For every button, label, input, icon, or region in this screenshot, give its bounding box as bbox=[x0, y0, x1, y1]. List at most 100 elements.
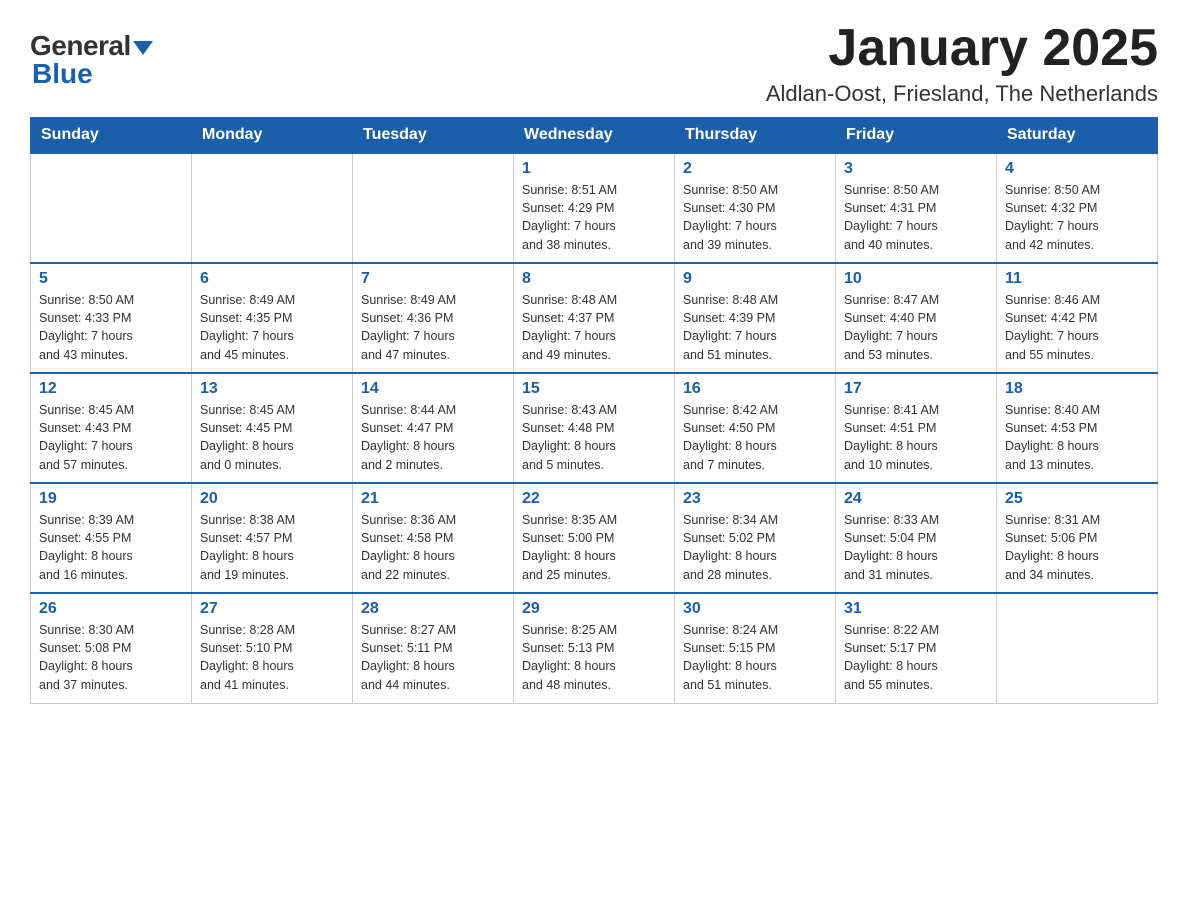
logo-triangle-icon bbox=[133, 41, 153, 55]
day-info: Sunrise: 8:50 AMSunset: 4:30 PMDaylight:… bbox=[683, 181, 827, 254]
day-number: 13 bbox=[200, 380, 344, 398]
calendar-cell: 11Sunrise: 8:46 AMSunset: 4:42 PMDayligh… bbox=[997, 263, 1158, 373]
day-number: 3 bbox=[844, 160, 988, 178]
day-number: 29 bbox=[522, 600, 666, 618]
calendar-cell: 30 Sunrise: 8:24 AMSunset: 5:15 PMDayligh… bbox=[675, 593, 836, 703]
day-number: 18 bbox=[1005, 380, 1149, 398]
day-header-friday: Friday bbox=[836, 118, 997, 154]
calendar-week-1: 1 Sunrise: 8:51 AMSunset: 4:29 PMDaylight… bbox=[31, 153, 1158, 263]
day-info: Sunrise: 8:45 AMSunset: 4:45 PMDaylight:… bbox=[200, 401, 344, 474]
calendar-cell: 29 Sunrise: 8:25 AMSunset: 5:13 PMDayligh… bbox=[514, 593, 675, 703]
calendar-cell: 18 Sunrise: 8:40 AMSunset: 4:53 PMDayligh… bbox=[997, 373, 1158, 483]
calendar-cell bbox=[997, 593, 1158, 703]
day-number: 19 bbox=[39, 490, 183, 508]
day-info: Sunrise: 8:43 AMSunset: 4:48 PMDaylight:… bbox=[522, 401, 666, 474]
calendar-cell: 3Sunrise: 8:50 AMSunset: 4:31 PMDaylight… bbox=[836, 153, 997, 263]
calendar-cell: 16Sunrise: 8:42 AMSunset: 4:50 PMDayligh… bbox=[675, 373, 836, 483]
calendar-cell: 2 Sunrise: 8:50 AMSunset: 4:30 PMDaylight… bbox=[675, 153, 836, 263]
day-number: 27 bbox=[200, 600, 344, 618]
day-info: Sunrise: 8:28 AMSunset: 5:10 PMDaylight:… bbox=[200, 621, 344, 694]
day-number: 10 bbox=[844, 270, 988, 288]
title-section: January 2025 Aldlan-Oost, Friesland, The… bbox=[766, 20, 1158, 107]
day-number: 5 bbox=[39, 270, 183, 288]
day-number: 11 bbox=[1005, 270, 1149, 288]
day-info: Sunrise: 8:39 AMSunset: 4:55 PMDaylight:… bbox=[39, 511, 183, 584]
calendar-cell: 5 Sunrise: 8:50 AMSunset: 4:33 PMDaylight… bbox=[31, 263, 192, 373]
day-header-monday: Monday bbox=[192, 118, 353, 154]
day-info: Sunrise: 8:47 AMSunset: 4:40 PMDaylight:… bbox=[844, 291, 988, 364]
calendar-cell: 17Sunrise: 8:41 AMSunset: 4:51 PMDayligh… bbox=[836, 373, 997, 483]
day-number: 21 bbox=[361, 490, 505, 508]
calendar-cell: 22 Sunrise: 8:35 AMSunset: 5:00 PMDayligh… bbox=[514, 483, 675, 593]
calendar-cell: 21 Sunrise: 8:36 AMSunset: 4:58 PMDayligh… bbox=[353, 483, 514, 593]
days-row: SundayMondayTuesdayWednesdayThursdayFrid… bbox=[31, 118, 1158, 154]
day-header-sunday: Sunday bbox=[31, 118, 192, 154]
calendar-cell: 26 Sunrise: 8:30 AMSunset: 5:08 PMDayligh… bbox=[31, 593, 192, 703]
day-header-wednesday: Wednesday bbox=[514, 118, 675, 154]
calendar-cell: 20Sunrise: 8:38 AMSunset: 4:57 PMDayligh… bbox=[192, 483, 353, 593]
day-info: Sunrise: 8:41 AMSunset: 4:51 PMDaylight:… bbox=[844, 401, 988, 474]
day-info: Sunrise: 8:48 AMSunset: 4:39 PMDaylight:… bbox=[683, 291, 827, 364]
day-number: 24 bbox=[844, 490, 988, 508]
calendar-cell: 25Sunrise: 8:31 AMSunset: 5:06 PMDayligh… bbox=[997, 483, 1158, 593]
day-number: 2 bbox=[683, 160, 827, 178]
day-info: Sunrise: 8:24 AMSunset: 5:15 PMDaylight:… bbox=[683, 621, 827, 694]
calendar-body: 1 Sunrise: 8:51 AMSunset: 4:29 PMDaylight… bbox=[31, 153, 1158, 703]
calendar-cell: 10 Sunrise: 8:47 AMSunset: 4:40 PMDayligh… bbox=[836, 263, 997, 373]
day-header-saturday: Saturday bbox=[997, 118, 1158, 154]
day-info: Sunrise: 8:22 AMSunset: 5:17 PMDaylight:… bbox=[844, 621, 988, 694]
day-info: Sunrise: 8:27 AMSunset: 5:11 PMDaylight:… bbox=[361, 621, 505, 694]
day-number: 6 bbox=[200, 270, 344, 288]
calendar-table: SundayMondayTuesdayWednesdayThursdayFrid… bbox=[30, 117, 1158, 704]
calendar-cell: 27 Sunrise: 8:28 AMSunset: 5:10 PMDayligh… bbox=[192, 593, 353, 703]
day-info: Sunrise: 8:50 AMSunset: 4:33 PMDaylight:… bbox=[39, 291, 183, 364]
day-number: 15 bbox=[522, 380, 666, 398]
day-info: Sunrise: 8:33 AMSunset: 5:04 PMDaylight:… bbox=[844, 511, 988, 584]
day-number: 26 bbox=[39, 600, 183, 618]
calendar-cell: 24 Sunrise: 8:33 AMSunset: 5:04 PMDayligh… bbox=[836, 483, 997, 593]
day-info: Sunrise: 8:49 AMSunset: 4:35 PMDaylight:… bbox=[200, 291, 344, 364]
calendar-cell: 19 Sunrise: 8:39 AMSunset: 4:55 PMDayligh… bbox=[31, 483, 192, 593]
day-info: Sunrise: 8:51 AMSunset: 4:29 PMDaylight:… bbox=[522, 181, 666, 254]
day-number: 23 bbox=[683, 490, 827, 508]
logo: General Blue bbox=[30, 30, 153, 90]
day-info: Sunrise: 8:44 AMSunset: 4:47 PMDaylight:… bbox=[361, 401, 505, 474]
calendar-cell bbox=[192, 153, 353, 263]
day-info: Sunrise: 8:40 AMSunset: 4:53 PMDaylight:… bbox=[1005, 401, 1149, 474]
calendar-cell: 15 Sunrise: 8:43 AMSunset: 4:48 PMDayligh… bbox=[514, 373, 675, 483]
calendar-cell: 1 Sunrise: 8:51 AMSunset: 4:29 PMDaylight… bbox=[514, 153, 675, 263]
calendar-week-4: 19 Sunrise: 8:39 AMSunset: 4:55 PMDayligh… bbox=[31, 483, 1158, 593]
calendar-cell bbox=[31, 153, 192, 263]
calendar-cell: 8Sunrise: 8:48 AMSunset: 4:37 PMDaylight… bbox=[514, 263, 675, 373]
day-number: 22 bbox=[522, 490, 666, 508]
day-info: Sunrise: 8:25 AMSunset: 5:13 PMDaylight:… bbox=[522, 621, 666, 694]
day-header-thursday: Thursday bbox=[675, 118, 836, 154]
day-info: Sunrise: 8:30 AMSunset: 5:08 PMDaylight:… bbox=[39, 621, 183, 694]
calendar-week-2: 5 Sunrise: 8:50 AMSunset: 4:33 PMDaylight… bbox=[31, 263, 1158, 373]
day-header-tuesday: Tuesday bbox=[353, 118, 514, 154]
calendar-cell: 28 Sunrise: 8:27 AMSunset: 5:11 PMDayligh… bbox=[353, 593, 514, 703]
day-number: 16 bbox=[683, 380, 827, 398]
day-number: 9 bbox=[683, 270, 827, 288]
calendar-cell: 23 Sunrise: 8:34 AMSunset: 5:02 PMDayligh… bbox=[675, 483, 836, 593]
calendar-cell: 14 Sunrise: 8:44 AMSunset: 4:47 PMDayligh… bbox=[353, 373, 514, 483]
day-number: 28 bbox=[361, 600, 505, 618]
day-info: Sunrise: 8:35 AMSunset: 5:00 PMDaylight:… bbox=[522, 511, 666, 584]
calendar-cell: 12 Sunrise: 8:45 AMSunset: 4:43 PMDayligh… bbox=[31, 373, 192, 483]
day-info: Sunrise: 8:36 AMSunset: 4:58 PMDaylight:… bbox=[361, 511, 505, 584]
day-number: 8 bbox=[522, 270, 666, 288]
day-info: Sunrise: 8:50 AMSunset: 4:32 PMDaylight:… bbox=[1005, 181, 1149, 254]
calendar-cell: 9 Sunrise: 8:48 AMSunset: 4:39 PMDaylight… bbox=[675, 263, 836, 373]
day-number: 1 bbox=[522, 160, 666, 178]
day-number: 14 bbox=[361, 380, 505, 398]
day-info: Sunrise: 8:31 AMSunset: 5:06 PMDaylight:… bbox=[1005, 511, 1149, 584]
day-info: Sunrise: 8:34 AMSunset: 5:02 PMDaylight:… bbox=[683, 511, 827, 584]
day-number: 30 bbox=[683, 600, 827, 618]
day-number: 12 bbox=[39, 380, 183, 398]
day-info: Sunrise: 8:45 AMSunset: 4:43 PMDaylight:… bbox=[39, 401, 183, 474]
logo-blue-text: Blue bbox=[32, 58, 93, 89]
calendar-cell: 13 Sunrise: 8:45 AMSunset: 4:45 PMDayligh… bbox=[192, 373, 353, 483]
day-info: Sunrise: 8:38 AMSunset: 4:57 PMDaylight:… bbox=[200, 511, 344, 584]
page-header: General Blue January 2025 Aldlan-Oost, F… bbox=[30, 20, 1158, 107]
day-info: Sunrise: 8:49 AMSunset: 4:36 PMDaylight:… bbox=[361, 291, 505, 364]
